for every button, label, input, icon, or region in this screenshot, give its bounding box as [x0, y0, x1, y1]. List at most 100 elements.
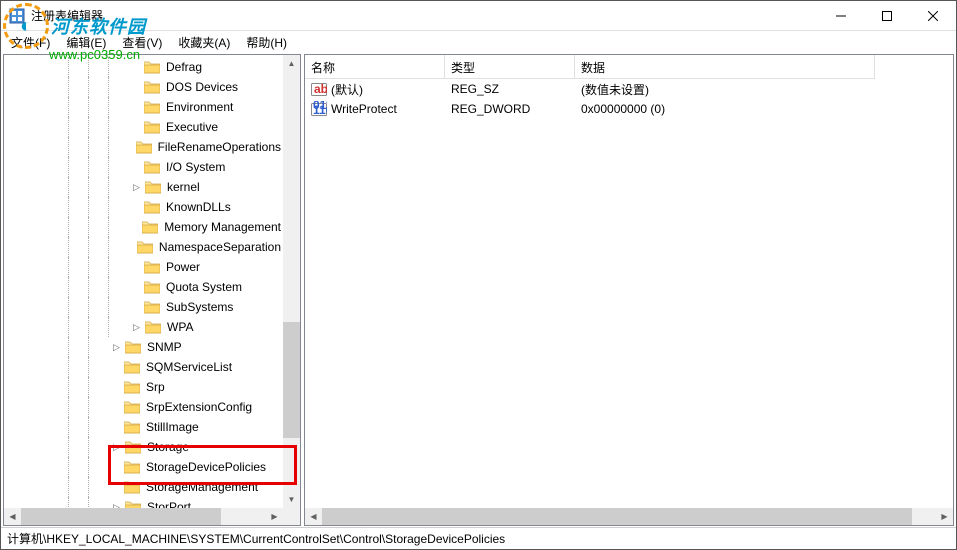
tree-item-label: Memory Management	[162, 219, 283, 235]
menu-favorites[interactable]: 收藏夹(A)	[170, 32, 238, 53]
tree-item[interactable]: SQMServiceList	[4, 357, 283, 377]
folder-icon	[136, 140, 152, 154]
value-type: REG_DWORD	[445, 101, 575, 117]
list-horizontal-scrollbar[interactable]: ◀ ▶	[305, 508, 953, 525]
tree-item[interactable]: SrpExtensionConfig	[4, 397, 283, 417]
titlebar: 注册表编辑器	[1, 1, 956, 31]
scroll-thumb[interactable]	[21, 508, 221, 525]
scroll-left-button[interactable]: ◀	[4, 508, 21, 525]
tree-item[interactable]: Memory Management	[4, 217, 283, 237]
list-body[interactable]: (默认) REG_SZ(数值未设置) WriteProtect REG_DWORD0x…	[305, 79, 953, 119]
tree-vertical-scrollbar[interactable]: ▲ ▼	[283, 55, 300, 508]
expand-toggle[interactable]: ▷	[110, 341, 123, 354]
tree-item-label: StorageDevicePolicies	[144, 459, 268, 475]
folder-icon	[144, 160, 160, 174]
tree-item-label: SQMServiceList	[144, 359, 234, 375]
app-icon	[9, 8, 25, 24]
folder-icon	[144, 60, 160, 74]
value-name: WriteProtect	[331, 102, 397, 116]
folder-icon	[124, 380, 140, 394]
folder-icon	[144, 280, 160, 294]
folder-icon	[144, 300, 160, 314]
list-row[interactable]: (默认) REG_SZ(数值未设置)	[305, 79, 953, 99]
value-data: 0x00000000 (0)	[575, 101, 875, 117]
value-data: (数值未设置)	[575, 80, 875, 99]
tree-item[interactable]: ▷ WPA	[4, 317, 283, 337]
tree-item-label: I/O System	[164, 159, 227, 175]
tree-item-label: FileRenameOperations	[156, 139, 283, 155]
expand-toggle[interactable]: ▷	[110, 501, 123, 509]
tree-item-label: Srp	[144, 379, 167, 395]
tree-item[interactable]: Executive	[4, 117, 283, 137]
tree-item-label: SNMP	[145, 339, 184, 355]
tree-item[interactable]: SubSystems	[4, 297, 283, 317]
folder-icon	[125, 500, 141, 508]
tree-item[interactable]: DOS Devices	[4, 77, 283, 97]
value-type: REG_SZ	[445, 81, 575, 97]
folder-icon	[125, 440, 141, 454]
menu-view[interactable]: 查看(V)	[114, 32, 170, 53]
menu-edit[interactable]: 编辑(E)	[58, 32, 114, 53]
folder-icon	[142, 220, 158, 234]
tree-item[interactable]: ▷StorPort	[4, 497, 283, 508]
statusbar: 计算机\HKEY_LOCAL_MACHINE\SYSTEM\CurrentCon…	[1, 527, 956, 549]
expand-toggle[interactable]: ▷	[110, 441, 123, 454]
expand-toggle[interactable]: ▷	[130, 321, 143, 334]
folder-icon	[144, 80, 160, 94]
tree-item-label: StorageManagement	[144, 479, 260, 495]
folder-icon	[137, 240, 153, 254]
tree-item[interactable]: NamespaceSeparation	[4, 237, 283, 257]
folder-icon	[144, 100, 160, 114]
tree-item[interactable]: ▷ kernel	[4, 177, 283, 197]
tree-item-label: SubSystems	[164, 299, 235, 315]
tree-item[interactable]: Defrag	[4, 57, 283, 77]
registry-tree[interactable]: Defrag DOS Devices EnvironmentExecutive Fil…	[4, 55, 283, 508]
tree-item[interactable]: KnownDLLs	[4, 197, 283, 217]
folder-icon	[145, 180, 161, 194]
tree-item[interactable]: ▷ Storage	[4, 437, 283, 457]
window-title: 注册表编辑器	[31, 7, 818, 24]
column-header-data[interactable]: 数据	[575, 55, 875, 79]
scroll-down-button[interactable]: ▼	[283, 491, 300, 508]
reg-string-icon	[311, 81, 327, 97]
scroll-right-button[interactable]: ▶	[266, 508, 283, 525]
folder-icon	[144, 120, 160, 134]
tree-item[interactable]: ▷ SNMP	[4, 337, 283, 357]
folder-icon	[145, 320, 161, 334]
tree-item-label: Storage	[145, 439, 191, 455]
tree-item[interactable]: StorageManagement	[4, 477, 283, 497]
statusbar-path: 计算机\HKEY_LOCAL_MACHINE\SYSTEM\CurrentCon…	[7, 530, 505, 547]
close-button[interactable]	[910, 1, 956, 31]
tree-item[interactable]: Environment	[4, 97, 283, 117]
column-header-type[interactable]: 类型	[445, 55, 575, 79]
tree-item[interactable]: Quota System	[4, 277, 283, 297]
tree-item-label: StillImage	[144, 419, 201, 435]
tree-item[interactable]: Srp	[4, 377, 283, 397]
tree-item-label: WPA	[165, 319, 195, 335]
expand-toggle[interactable]: ▷	[130, 181, 143, 194]
scroll-thumb[interactable]	[322, 508, 912, 525]
tree-item-label: DOS Devices	[164, 79, 240, 95]
scroll-right-button[interactable]: ▶	[936, 508, 953, 525]
tree-item-label: kernel	[165, 179, 202, 195]
menu-help[interactable]: 帮助(H)	[238, 32, 295, 53]
list-header: 名称 类型 数据	[305, 55, 953, 79]
maximize-button[interactable]	[864, 1, 910, 31]
list-row[interactable]: WriteProtect REG_DWORD0x00000000 (0)	[305, 99, 953, 119]
tree-item[interactable]: Power	[4, 257, 283, 277]
tree-item-label: Power	[164, 259, 202, 275]
value-name: (默认)	[331, 81, 363, 98]
scroll-up-button[interactable]: ▲	[283, 55, 300, 72]
menu-file[interactable]: 文件(F)	[3, 32, 58, 53]
scroll-left-button[interactable]: ◀	[305, 508, 322, 525]
scroll-thumb[interactable]	[283, 322, 300, 438]
tree-item[interactable]: StorageDevicePolicies	[4, 457, 283, 477]
tree-item[interactable]: StillImage	[4, 417, 283, 437]
tree-horizontal-scrollbar[interactable]: ◀ ▶	[4, 508, 283, 525]
list-pane: 名称 类型 数据 (默认) REG_SZ(数值未设置) WriteProtect RE…	[304, 54, 954, 526]
column-header-name[interactable]: 名称	[305, 55, 445, 79]
minimize-button[interactable]	[818, 1, 864, 31]
folder-icon	[125, 340, 141, 354]
tree-item[interactable]: I/O System	[4, 157, 283, 177]
tree-item[interactable]: FileRenameOperations	[4, 137, 283, 157]
